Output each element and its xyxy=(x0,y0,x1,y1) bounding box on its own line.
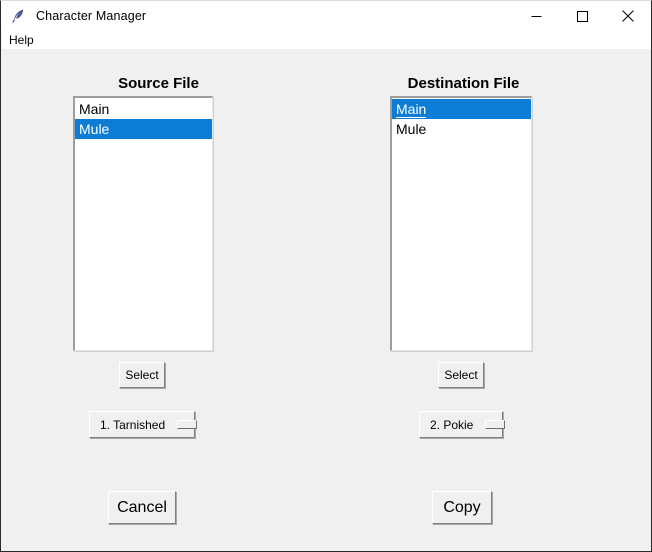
list-item-label: Mule xyxy=(396,121,426,137)
close-button[interactable] xyxy=(605,1,651,31)
list-item[interactable]: Main xyxy=(75,99,212,119)
destination-character-option-menu[interactable]: 2. Pokie xyxy=(419,411,503,438)
source-file-heading: Source File xyxy=(51,75,266,92)
option-menu-indicator-icon xyxy=(485,420,505,429)
source-character-option-label: 1. Tarnished xyxy=(100,418,165,432)
copy-button[interactable]: Copy xyxy=(432,491,492,524)
destination-file-listbox[interactable]: Main Mule xyxy=(390,96,532,351)
destination-character-option-label: 2. Pokie xyxy=(430,418,473,432)
list-item-label: Main xyxy=(396,101,426,118)
list-item[interactable]: Main xyxy=(392,99,531,119)
application-window: Character Manager Help xyxy=(0,0,652,552)
window-title: Character Manager xyxy=(36,9,146,23)
minimize-button[interactable] xyxy=(513,1,559,31)
destination-select-button[interactable]: Select xyxy=(438,362,484,388)
client-area: Source File Destination File Main Mule M… xyxy=(1,49,651,551)
feather-quill-icon xyxy=(8,6,28,26)
source-file-listbox[interactable]: Main Mule xyxy=(73,96,213,351)
maximize-button[interactable] xyxy=(559,1,605,31)
option-menu-indicator-icon xyxy=(177,420,197,429)
source-character-option-menu[interactable]: 1. Tarnished xyxy=(89,411,195,438)
source-select-button[interactable]: Select xyxy=(119,362,165,388)
list-item-label: Main xyxy=(79,101,109,117)
list-item-label: Mule xyxy=(79,121,109,137)
window-controls xyxy=(513,1,651,31)
cancel-button[interactable]: Cancel xyxy=(108,491,176,524)
list-item[interactable]: Mule xyxy=(392,119,531,139)
minimize-icon xyxy=(531,11,542,22)
title-bar[interactable]: Character Manager xyxy=(1,1,651,31)
destination-file-heading: Destination File xyxy=(356,75,571,92)
close-icon xyxy=(622,10,634,22)
menu-item-help[interactable]: Help xyxy=(2,32,39,48)
list-item[interactable]: Mule xyxy=(75,119,212,139)
maximize-icon xyxy=(577,11,588,22)
menu-bar: Help xyxy=(2,31,651,49)
